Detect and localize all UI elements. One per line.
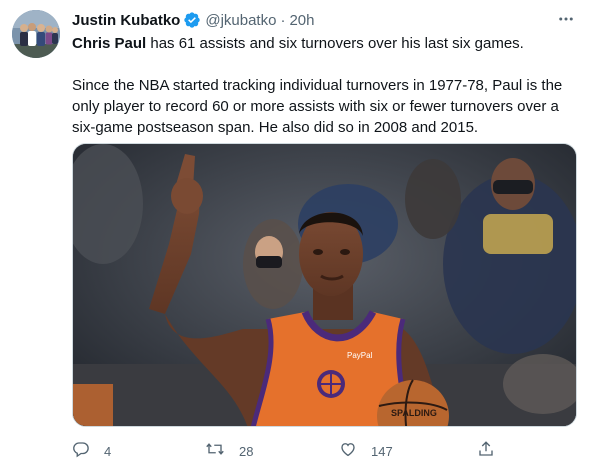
reply-icon bbox=[72, 440, 90, 463]
tweet-photo[interactable]: PayPal SPALDING bbox=[72, 143, 577, 427]
jersey-sponsor-text: PayPal bbox=[347, 351, 373, 360]
retweet-icon bbox=[205, 440, 225, 463]
like-icon bbox=[339, 440, 357, 463]
share-icon bbox=[477, 440, 495, 463]
basketball-text: SPALDING bbox=[391, 408, 437, 418]
reply-button[interactable]: 4 bbox=[72, 436, 111, 466]
separator-dot: · bbox=[280, 11, 286, 29]
retweet-count: 28 bbox=[239, 443, 254, 459]
like-count: 147 bbox=[371, 443, 393, 459]
tweet-text: Chris Paul has 61 assists and six turnov… bbox=[72, 33, 577, 138]
tweet-card[interactable]: Justin Kubatko @jkubatko · 20h Chris Pau… bbox=[0, 0, 591, 468]
author-name[interactable]: Justin Kubatko bbox=[72, 12, 180, 29]
more-icon[interactable] bbox=[557, 10, 575, 28]
author-avatar[interactable] bbox=[12, 10, 60, 58]
tweet-header: Justin Kubatko @jkubatko · 20h bbox=[72, 10, 314, 30]
share-button[interactable] bbox=[477, 436, 495, 466]
verified-icon bbox=[183, 11, 201, 29]
tweet-paragraph-1: Chris Paul has 61 assists and six turnov… bbox=[72, 33, 577, 54]
tweet-line-1-rest: has 61 assists and six turnovers over hi… bbox=[146, 35, 524, 52]
author-handle[interactable]: @jkubatko bbox=[205, 12, 276, 29]
tweet-paragraph-2: Since the NBA started tracking individua… bbox=[72, 77, 563, 136]
tweet-actions: 4 28 147 bbox=[72, 436, 577, 466]
retweet-button[interactable]: 28 bbox=[205, 436, 253, 466]
like-button[interactable]: 147 bbox=[339, 436, 393, 466]
reply-count: 4 bbox=[104, 443, 112, 459]
mentioned-player: Chris Paul bbox=[72, 35, 147, 52]
tweet-timestamp[interactable]: 20h bbox=[289, 12, 314, 29]
